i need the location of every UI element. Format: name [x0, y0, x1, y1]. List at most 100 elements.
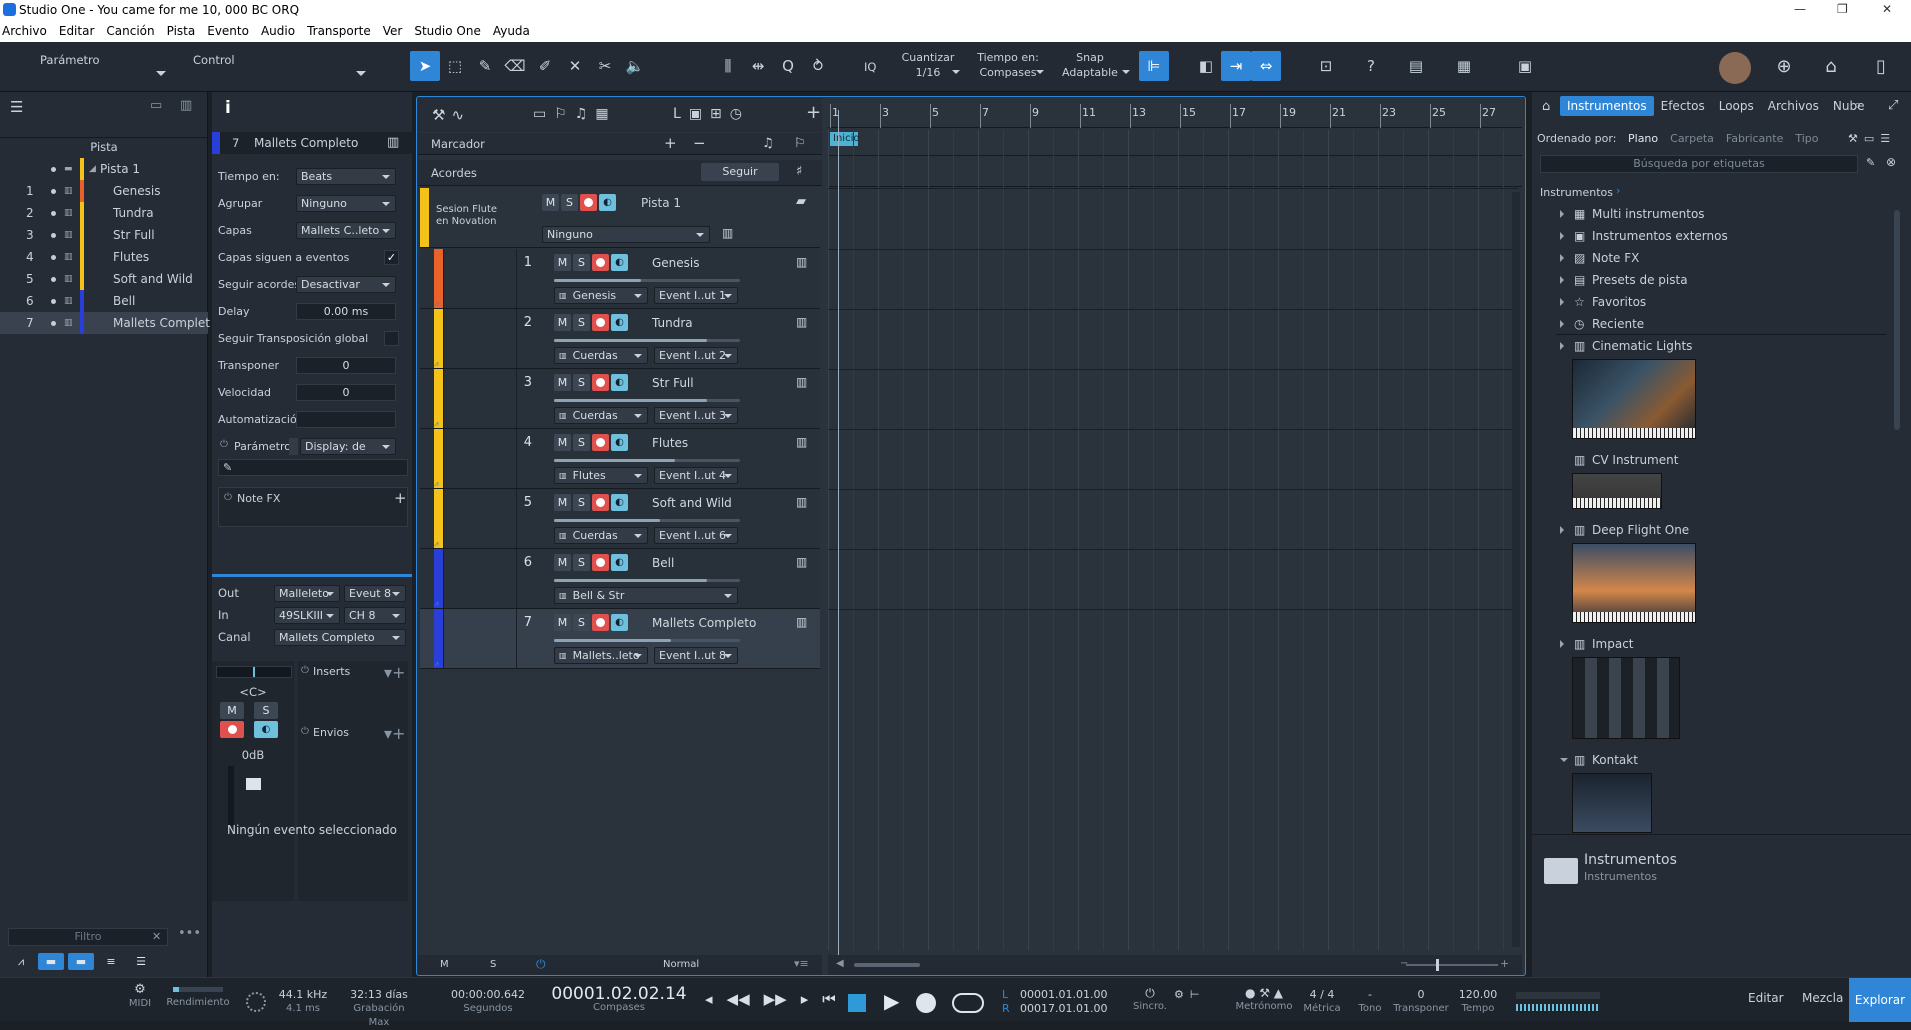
eraser-tool-icon[interactable]: ⌫	[500, 51, 530, 81]
stop-button[interactable]	[848, 994, 866, 1012]
play-button[interactable]: ▶	[884, 989, 899, 1013]
bus-view-icon[interactable]: ≡	[98, 953, 124, 970]
grid-view-icon-2[interactable]: ▦	[595, 106, 608, 122]
sync-icon[interactable]: ⊕	[1769, 51, 1799, 81]
automation-curve-icon[interactable]: ∿	[451, 106, 464, 124]
filter-clear-icon[interactable]: ✕	[152, 930, 161, 943]
L-icon[interactable]: L	[673, 106, 681, 122]
gear-icon[interactable]: ⚙	[1174, 988, 1184, 1001]
track-monitor-button[interactable]: ◐	[611, 434, 628, 451]
track-solo-button[interactable]: S	[573, 554, 590, 571]
inspector-field[interactable]: 0	[296, 357, 396, 374]
track-mute-button[interactable]: M	[554, 374, 571, 391]
browser-item[interactable]: ▨ Note FX	[1560, 247, 1639, 269]
bottom-power-icon[interactable]: ⏻	[536, 957, 546, 972]
track-solo-button[interactable]: S	[573, 434, 590, 451]
track-mute-button[interactable]: M	[554, 494, 571, 511]
layout-view-icon[interactable]: ▣	[1510, 51, 1540, 81]
view-icon-1[interactable]: ▭	[533, 106, 546, 122]
listen-tool-icon[interactable]: 🔈	[620, 51, 650, 81]
minimize-icon[interactable]: —	[1794, 2, 1806, 16]
collapse-icon[interactable]: ☰	[128, 953, 154, 970]
list-item[interactable]: 4 ▥ Flutes	[0, 246, 208, 268]
automation-field[interactable]	[296, 411, 396, 428]
inspector-track-name[interactable]: Mallets Completo	[254, 136, 358, 150]
track-channel-select[interactable]: Event I..ut 1	[654, 287, 738, 304]
marker-view-icon[interactable]: ⚐	[554, 106, 567, 122]
plugin-thumbnail[interactable]	[1572, 773, 1652, 833]
bottom-solo[interactable]: S	[490, 959, 496, 970]
list-item[interactable]: 6 ▥ Bell	[0, 290, 208, 312]
keyboard-icon[interactable]: ▥	[796, 375, 807, 389]
key-display[interactable]: - Tono	[1352, 988, 1388, 1016]
keyboard-icon[interactable]: ▥	[387, 135, 399, 150]
folder-group-select[interactable]: Ninguno	[542, 226, 710, 243]
list-item[interactable]: 3 ▥ Str Full	[0, 224, 208, 246]
list-view-icon[interactable]: ▭	[150, 98, 162, 113]
scroll-left-icon[interactable]: ◀	[836, 958, 844, 969]
punch-icon[interactable]: ⊢	[1190, 988, 1200, 1001]
snap-dropdown-icon[interactable]	[1122, 70, 1130, 78]
mezcla-button[interactable]: Mezcla	[1802, 991, 1843, 1005]
param-power-icon[interactable]: ⏻	[220, 439, 228, 450]
zoom-in-icon[interactable]: +	[1500, 957, 1509, 970]
track-output-select[interactable]: ▥ Flutes	[554, 467, 648, 484]
out-select[interactable]: Malleleto	[274, 584, 340, 602]
plugin-item[interactable]: ▥ Kontakt	[1560, 749, 1638, 771]
browser-tab[interactable]: Nube	[1826, 96, 1872, 116]
folder-mute-button[interactable]: M	[542, 194, 559, 211]
parametro-dropdown-icon[interactable]	[156, 71, 166, 81]
list-small-icon[interactable]: ▭	[1864, 132, 1874, 145]
tiempo-control[interactable]: Tiempo en: Compases	[973, 50, 1043, 80]
browser-tab[interactable]: Loops	[1712, 96, 1761, 116]
track-dot[interactable]	[51, 298, 56, 304]
track-header[interactable]: 3 M S ◐ Str Full ▥ ▥ Cuerdas Event I..ut …	[420, 369, 820, 429]
breadcrumb[interactable]: Instrumentos	[1540, 186, 1613, 199]
browser-scrollbar[interactable]	[1894, 210, 1900, 430]
track-volume-slider[interactable]	[554, 459, 740, 462]
inserts-power-icon[interactable]: ⏻	[301, 665, 309, 676]
plugin-thumbnail[interactable]	[1572, 359, 1696, 439]
tempo-display[interactable]: 120.00 Tempo	[1452, 988, 1504, 1016]
track-mute-button[interactable]: M	[554, 254, 571, 271]
keyboard-icon[interactable]: ▥	[796, 495, 807, 509]
keyboard-icon[interactable]: ▥	[796, 255, 807, 269]
browser-item[interactable]: ☆ Favoritos	[1560, 291, 1646, 313]
folder-track-name[interactable]: Pista 1	[641, 196, 681, 210]
plugin-item[interactable]: ▥ Impact	[1560, 633, 1634, 655]
sort-option[interactable]: Tipo	[1795, 132, 1818, 145]
track-dot[interactable]	[51, 188, 56, 194]
track-solo-button[interactable]: S	[573, 314, 590, 331]
cuantizar-dropdown-icon[interactable]	[952, 70, 960, 78]
marker-remove-icon[interactable]: −	[693, 134, 706, 152]
help-icon[interactable]: ?	[1356, 51, 1386, 81]
snap-toggle-icon[interactable]: ⊫	[1139, 51, 1169, 81]
iq-label[interactable]: IQ	[864, 60, 876, 74]
marker-flag-icon[interactable]: ⚐	[794, 136, 806, 151]
mute-tool-icon[interactable]: ✕	[560, 51, 590, 81]
return-zero-icon[interactable]: ⏮	[822, 990, 836, 1008]
track-dot[interactable]	[51, 276, 56, 282]
track-channel-select[interactable]: Event I..ut 8	[654, 647, 738, 664]
list-item-folder[interactable]: ▬ ◢ Pista 1	[0, 158, 208, 180]
param-edit-field[interactable]: ✎	[218, 459, 408, 476]
display-select[interactable]: Display: de	[300, 438, 396, 455]
track-output-select[interactable]: ▥ Mallets..leto	[554, 647, 648, 664]
track-header[interactable]: 2 M S ◐ Tundra ▥ ▥ Cuerdas Event I..ut 2 …	[420, 309, 820, 369]
keyboard-icon[interactable]: ▥	[796, 435, 807, 449]
track-record-button[interactable]	[592, 374, 609, 391]
track-channel-select[interactable]: Event I..ut 6	[654, 527, 738, 544]
marker-add-icon[interactable]: +	[664, 134, 677, 152]
folder-track[interactable]: Sesion Flute en Novation M S ◐ Pista 1 ▰…	[420, 188, 820, 248]
menu-ayuda[interactable]: Ayuda	[487, 20, 536, 42]
arrow-tool-icon[interactable]: ➤	[410, 51, 440, 81]
track-output-select[interactable]: ▥ Cuerdas	[554, 527, 648, 544]
marker-note-icon[interactable]: ♫	[762, 136, 774, 151]
chord-edit-icon[interactable]: ♯	[796, 164, 802, 179]
track-monitor-button[interactable]: ◐	[611, 374, 628, 391]
sort-option[interactable]: Fabricante	[1726, 132, 1783, 145]
list-item[interactable]: 5 ▥ Soft and Wild	[0, 268, 208, 290]
info-icon[interactable]: i	[225, 98, 231, 118]
loop-range[interactable]: 00001.01.01.00 00017.01.01.00	[1020, 988, 1116, 1016]
out-channel-select[interactable]: Eveut 8	[344, 584, 406, 602]
